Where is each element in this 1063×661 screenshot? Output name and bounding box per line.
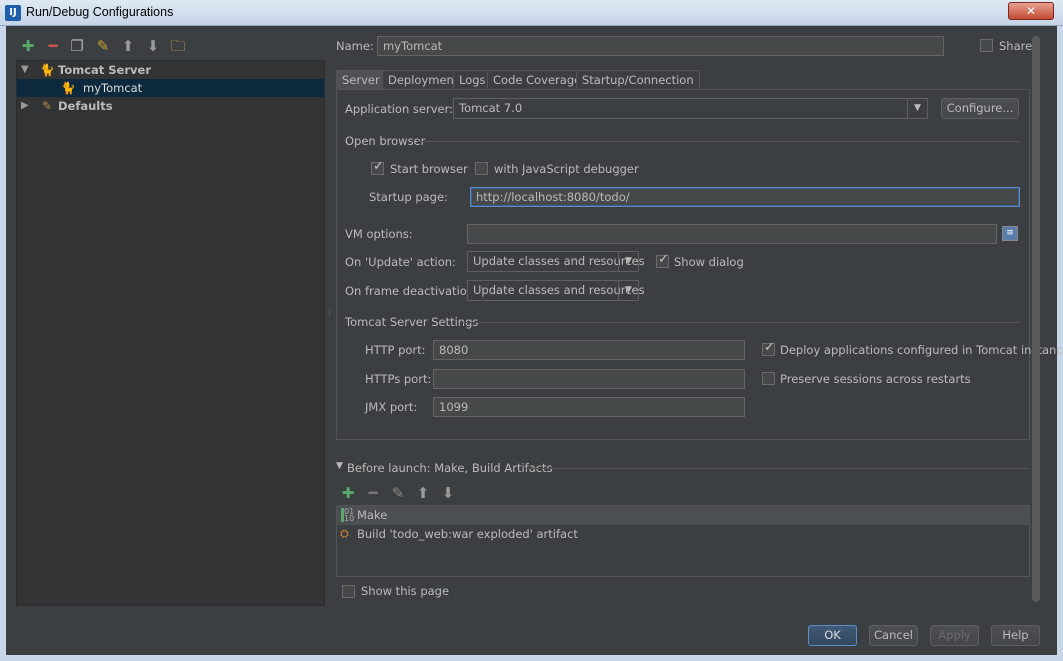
show-page-checkbox[interactable] [342, 585, 355, 598]
tab-logs[interactable]: Logs [453, 70, 492, 89]
artifact-icon: ⛭ [340, 527, 349, 540]
move-down-icon[interactable]: ⬇ [144, 38, 162, 54]
folder-icon[interactable]: 🗀 [169, 38, 187, 54]
divider [525, 468, 1030, 469]
add-icon[interactable]: ✚ [339, 485, 357, 501]
share-checkbox[interactable] [980, 39, 993, 52]
tree-item-label: myTomcat [83, 81, 143, 95]
tree-item-tomcat-server[interactable]: ▼ 🐈 Tomcat Server [17, 61, 324, 79]
preserve-sessions-label: Preserve sessions across restarts [780, 372, 971, 386]
move-up-icon[interactable]: ⬆ [119, 38, 137, 54]
startup-page-label: Startup page: [369, 190, 448, 204]
tab-code-coverage[interactable]: Code Coverage [487, 70, 588, 89]
expand-editor-icon[interactable]: ≡ [1002, 226, 1018, 241]
https-port-label: HTTPs port: [365, 372, 432, 386]
apply-button[interactable]: Apply [930, 625, 979, 646]
move-down-icon[interactable]: ⬇ [439, 485, 457, 501]
tab-deployment[interactable]: Deployment [382, 70, 465, 89]
list-item[interactable]: ⛭ Build 'todo_web:war exploded' artifact [337, 525, 1029, 544]
remove-icon[interactable]: ━ [44, 38, 62, 54]
http-port-input[interactable]: 8080 [433, 340, 745, 360]
name-field[interactable]: myTomcat [377, 36, 944, 56]
list-item-label: Make [357, 508, 388, 522]
tree-item-label: Tomcat Server [58, 63, 151, 77]
vm-options-input[interactable] [467, 224, 997, 244]
config-tree[interactable]: ▼ 🐈 Tomcat Server 🐈 myTomcat ▶ ✎ Default… [16, 60, 325, 606]
show-dialog-label: Show dialog [674, 255, 744, 269]
tab-startup-connection[interactable]: Startup/Connection [576, 70, 700, 89]
tab-server[interactable]: Server [336, 70, 386, 89]
divider [462, 322, 1020, 323]
collapse-arrow-icon[interactable]: ▼ [336, 461, 343, 471]
js-debugger-label: with JavaScript debugger [494, 162, 639, 176]
expand-arrow-icon[interactable]: ▼ [21, 61, 29, 79]
divider [418, 141, 1020, 142]
tomcat-settings-heading: Tomcat Server Settings [345, 315, 479, 329]
add-icon[interactable]: ✚ [19, 38, 37, 54]
collapse-arrow-icon[interactable]: ▶ [21, 97, 29, 115]
deploy-label: Deploy applications configured in Tomcat… [780, 343, 1063, 357]
http-port-label: HTTP port: [365, 343, 426, 357]
splitter-handle[interactable]: ⋮ [325, 310, 334, 328]
idea-app-icon: IJ [5, 5, 21, 21]
show-dialog-checkbox[interactable] [656, 252, 669, 268]
name-label: Name: [336, 39, 374, 53]
app-server-label: Application server: [345, 102, 453, 116]
js-debugger-checkbox[interactable] [475, 162, 488, 175]
scrollbar[interactable] [1032, 36, 1040, 602]
chevron-down-icon: ▼ [618, 252, 638, 271]
before-launch-list[interactable]: 01 10 Make ⛭ Build 'todo_web:war exploded… [336, 505, 1030, 577]
show-page-label: Show this page [361, 584, 450, 598]
tomcat-icon: 🐈 [39, 63, 55, 77]
tree-item-mytomcat[interactable]: 🐈 myTomcat [17, 79, 324, 97]
move-up-icon[interactable]: ⬆ [414, 485, 432, 501]
chevron-down-icon: ▼ [618, 281, 638, 300]
on-frame-select[interactable]: Update classes and resources ▼ [467, 280, 645, 301]
vm-options-label: VM options: [345, 227, 413, 241]
start-browser-label: Start browser [390, 162, 468, 176]
close-button[interactable]: ✕ [1008, 2, 1054, 20]
title-bar: IJ Run/Debug Configurations ✕ [0, 0, 1063, 26]
list-item-label: Build 'todo_web:war exploded' artifact [357, 527, 578, 541]
preserve-sessions-checkbox[interactable] [762, 372, 775, 385]
cancel-button[interactable]: Cancel [869, 625, 918, 646]
app-server-select[interactable]: Tomcat 7.0 ▼ [453, 98, 928, 119]
on-update-select[interactable]: Update classes and resources ▼ [467, 251, 645, 272]
before-launch-heading: Before launch: Make, Build Artifacts [347, 461, 553, 475]
remove-icon[interactable]: ━ [364, 485, 382, 501]
wrench-icon: ✎ [41, 99, 53, 113]
on-frame-label: On frame deactivation: [345, 284, 478, 298]
jmx-port-input[interactable]: 1099 [433, 397, 745, 417]
copy-icon[interactable]: ❐ [68, 38, 86, 54]
help-button[interactable]: Help [991, 625, 1040, 646]
open-browser-heading: Open browser [345, 134, 426, 148]
configure-button[interactable]: Configure... [941, 98, 1019, 119]
list-item[interactable]: 01 10 Make [337, 506, 1029, 525]
make-icon: 01 10 [341, 508, 354, 523]
tomcat-icon: 🐈 [60, 81, 76, 95]
tree-item-defaults[interactable]: ▶ ✎ Defaults [17, 97, 324, 115]
share-label: Share [999, 39, 1033, 53]
window-title: Run/Debug Configurations [26, 5, 174, 19]
tree-item-label: Defaults [58, 99, 113, 113]
jmx-port-label: JMX port: [365, 400, 418, 414]
ok-button[interactable]: OK [808, 625, 857, 646]
https-port-input[interactable] [433, 369, 745, 389]
start-browser-checkbox[interactable] [371, 159, 384, 175]
deploy-checkbox[interactable] [762, 340, 775, 356]
edit-icon[interactable]: ✎ [389, 485, 407, 501]
chevron-down-icon: ▼ [907, 99, 927, 118]
app-server-value: Tomcat 7.0 [459, 101, 523, 115]
edit-defaults-icon[interactable]: ✎ [94, 38, 112, 54]
startup-page-input[interactable]: http://localhost:8080/todo/ [470, 187, 1020, 207]
on-update-label: On 'Update' action: [345, 255, 456, 269]
